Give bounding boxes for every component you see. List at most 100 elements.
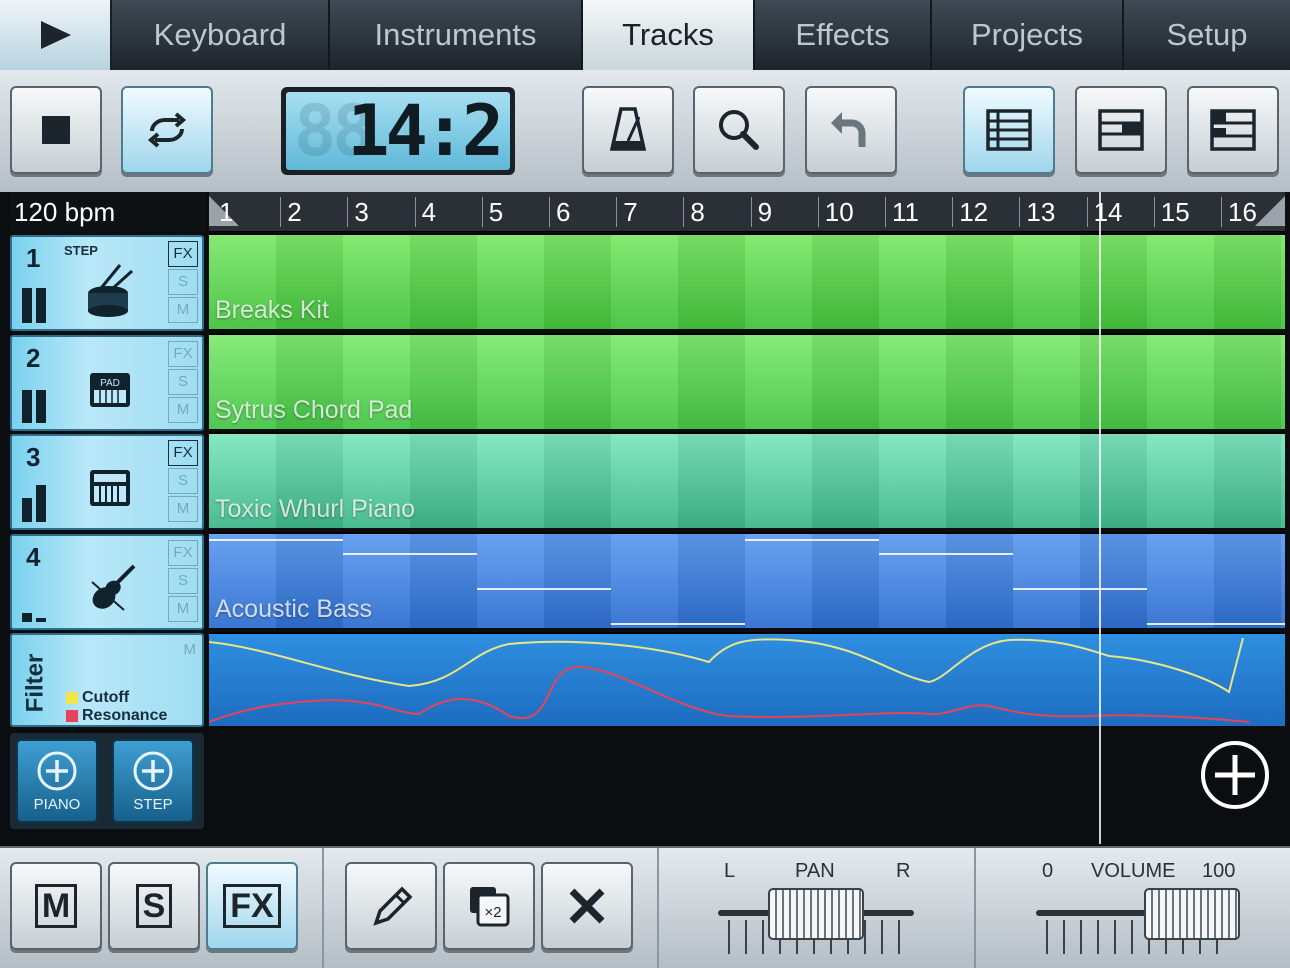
loop-icon [147,112,187,148]
mute-toggle[interactable]: M [168,596,198,622]
tab-projects[interactable]: Projects [932,0,1124,70]
track-name: Breaks Kit [215,296,329,324]
bottom-toolbar: M S FX ×2 L PAN R 0 VOLUME 100 [0,846,1290,968]
tab-setup[interactable]: Setup [1124,0,1290,70]
delete-button[interactable] [541,862,633,950]
mute-toggle[interactable]: M [168,397,198,423]
fx-toggle[interactable]: FX [168,241,198,267]
solo-label: S [135,884,173,928]
tab-instruments[interactable]: Instruments [330,0,583,70]
pan-slider-handle[interactable] [768,888,864,940]
undo-button[interactable] [805,86,897,174]
add-step-label: STEP [133,795,173,813]
edit-button[interactable] [345,862,437,950]
step-tag: STEP [64,243,98,258]
track-header-4[interactable]: 4 FX S M [10,534,204,630]
playhead[interactable] [1099,192,1101,844]
track-header-2[interactable]: 2 PAD FX S M [10,335,204,431]
add-piano-label: PIANO [33,795,81,813]
piano-icon [90,470,130,506]
volume-min-label: 0 [1042,860,1054,882]
mute-label: M [34,884,78,928]
fx-label: FX [223,884,281,928]
automation-lane[interactable] [209,632,1285,726]
fx-toggle[interactable]: FX [168,440,198,466]
automation-curves [209,637,1250,723]
ruler-bar-5: 5 [481,197,503,227]
duplicate-icon: ×2 [470,887,510,927]
add-step-button[interactable]: STEP [112,739,194,823]
solo-toggle[interactable]: S [168,568,198,594]
track-1-switches: FX S M [168,241,198,323]
loop-button[interactable] [121,86,213,174]
pan-control: L PAN R [660,848,974,968]
pan-right-label: R [896,860,911,882]
tab-tracks[interactable]: Tracks [583,0,755,70]
fx-toggle[interactable]: FX [168,540,198,566]
fl-studio-mobile-app: Keyboard Instruments Tracks Effects Proj… [0,0,1290,968]
track-lane-1[interactable]: Breaks Kit [209,233,1285,329]
resonance-swatch [66,710,78,722]
pan-left-label: L [724,860,736,882]
tempo-display[interactable]: 120 bpm [10,192,206,232]
track-lane-3[interactable]: Toxic Whurl Piano [209,432,1285,528]
mute-toggle[interactable]: M [168,496,198,522]
resonance-label: Resonance [82,707,168,724]
fx-toggle[interactable]: FX [168,341,198,367]
solo-toggle[interactable]: S [168,468,198,494]
track-lane-4[interactable]: Acoustic Bass [209,532,1285,628]
view-grid-icon [986,109,1032,151]
pencil-icon [373,886,413,926]
metronome-button[interactable] [582,86,674,174]
track-number: 4 [26,542,41,572]
tab-effects[interactable]: Effects [755,0,932,70]
track-header-3[interactable]: 3 FX S M [10,434,204,530]
track-header-1[interactable]: 1 STEP FX S M [10,235,204,331]
view-split-icon [1098,109,1144,151]
volume-control: 0 VOLUME 100 [976,848,1290,968]
solo-toggle[interactable]: S [168,269,198,295]
automation-mute-toggle[interactable]: M [184,641,197,658]
ruler-bar-16: 16 [1221,197,1257,227]
drum-icon [88,264,134,317]
cutoff-label: Cutoff [82,689,130,706]
automation-header-filter[interactable]: Filter Cutoff Resonance M [10,633,204,727]
cutoff-curve [209,637,1244,694]
tab-label: Tracks [622,17,714,52]
solo-button[interactable]: S [108,862,200,950]
track-lane-2[interactable]: Sytrus Chord Pad [209,333,1285,429]
volume-slider-handle[interactable] [1144,888,1240,940]
ruler-bar-4: 4 [414,197,436,227]
track-name: Sytrus Chord Pad [215,396,413,424]
tab-keyboard[interactable]: Keyboard [112,0,330,70]
view-split-button[interactable] [1075,86,1167,174]
solo-toggle[interactable]: S [168,369,198,395]
zoom-button[interactable] [693,86,785,174]
ruler-bar-8: 8 [683,197,705,227]
mute-toggle[interactable]: M [168,297,198,323]
duplicate-button[interactable]: ×2 [443,862,535,950]
view-piano-button[interactable] [1187,86,1279,174]
legend-cutoff: Cutoff [66,689,129,707]
ruler-bar-15: 15 [1153,197,1190,227]
timeline-ruler[interactable]: 1 2 3 4 5 6 7 8 9 10 11 12 13 14 15 16 [209,192,1285,232]
fx-button[interactable]: FX [206,862,298,950]
ruler-bar-11: 11 [885,197,919,227]
violin-icon [91,564,136,611]
ruler-bar-13: 13 [1019,197,1055,227]
add-piano-button[interactable]: PIANO [16,739,98,823]
stop-button[interactable] [10,86,102,174]
mute-button[interactable]: M [10,862,102,950]
track-2-switches: FX S M [168,341,198,423]
undo-icon [831,112,866,147]
ruler-bar-6: 6 [549,197,570,227]
track-number: 3 [26,442,41,472]
view-grid-button[interactable] [963,86,1055,174]
level-meter [22,279,50,323]
add-icon [133,751,173,790]
play-button[interactable] [0,0,112,70]
loop-end-marker[interactable] [1255,196,1285,226]
automation-title: Filter [21,653,48,713]
add-icon [37,751,77,790]
add-track-icon[interactable] [1200,740,1270,810]
